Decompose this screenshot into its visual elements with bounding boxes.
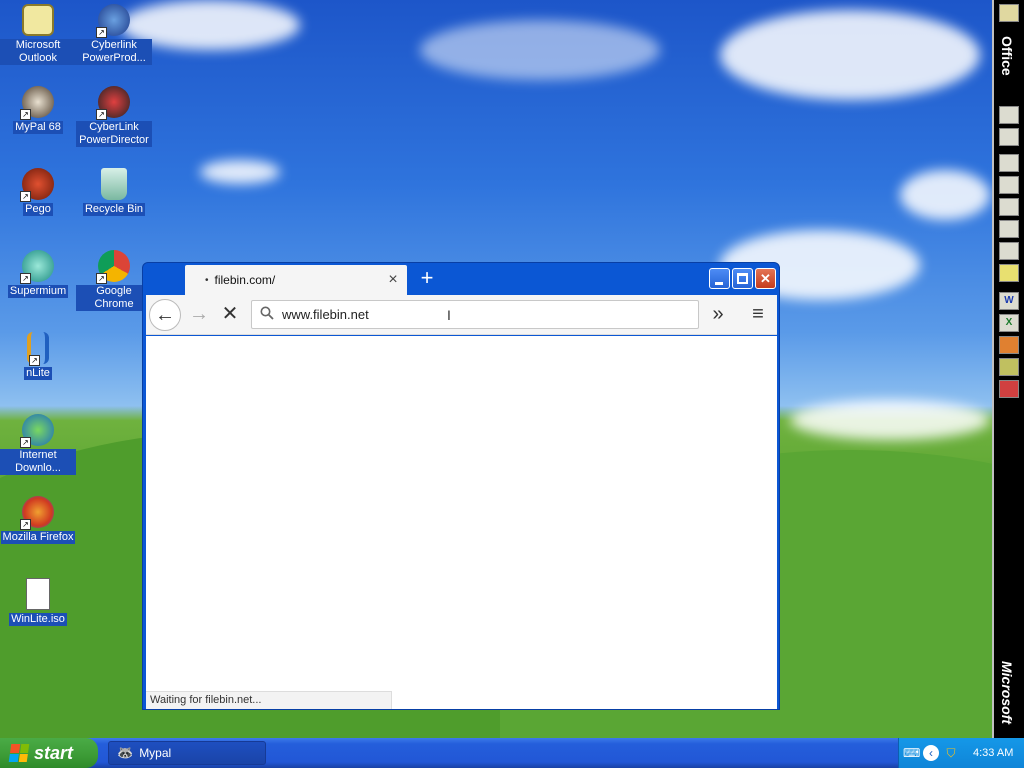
start-button[interactable]: start [0,738,98,768]
clock[interactable]: 4:33 AM [973,747,1013,759]
stop-icon: ✕ [221,303,239,325]
shortcut-arrow-icon: ↗ [20,191,31,202]
taskbar-item-label: Mypal [139,746,172,760]
desktop-icon-nlite[interactable]: ↗ nLite [0,332,76,380]
desktop-icon-pego[interactable]: ↗ Pego [0,168,76,216]
cyberlink-powerdirector-icon: ↗ [96,86,130,120]
hamburger-menu-icon: ≡ [752,303,764,325]
minimize-icon [715,282,723,285]
security-shield-icon[interactable]: ⛉ [943,745,959,761]
double-chevron-icon: » [712,303,724,325]
mypal-icon: ↗ [20,86,54,120]
tab-title: filebin.com/ [214,273,276,287]
forward-button[interactable]: → [183,299,215,331]
navigation-toolbar: ← → ✕ www.filebin.net I » ≡ [146,295,777,335]
shortcut-arrow-icon: ↗ [20,109,31,120]
office-folder-icon[interactable] [999,4,1019,22]
loading-dot-icon: • [205,274,209,286]
system-tray: ⌨ ‹ ⛉ 4:33 AM [898,738,1024,768]
office-new-document-icon[interactable] [999,106,1019,124]
office-word-icon[interactable]: W [999,292,1019,310]
desktop-icon-cyberlink-powerdirector[interactable]: ↗ CyberLink PowerDirector [76,86,152,147]
desktop-icon-outlook[interactable]: Microsoft Outlook [0,4,76,65]
supermium-icon: ↗ [20,250,54,284]
office-bar-brand: Microsoft [999,661,1015,724]
mypal-icon: 🦝 [117,745,134,760]
keyboard-icon[interactable]: ⌨ [903,745,920,761]
desktop-icon-recycle-bin[interactable]: Recycle Bin [76,168,152,216]
tab-bar: • filebin.com/ × + ✕ [143,263,779,295]
internet-download-manager-icon: ↗ [20,414,54,448]
back-arrow-icon: ← [155,304,175,326]
desktop-icon-internet-download-manager[interactable]: ↗ Internet Downlo... [0,414,76,475]
nlite-icon: ↗ [27,332,49,366]
pego-icon: ↗ [20,168,54,202]
text-cursor-icon: I [447,307,451,323]
maximize-icon [737,273,748,284]
office-open-document-icon[interactable] [999,128,1019,146]
desktop-icon-firefox[interactable]: ↗ Mozilla Firefox [0,496,76,544]
desktop-icon-chrome[interactable]: ↗ Google Chrome [76,250,152,311]
minimize-button[interactable] [709,268,730,289]
office-mail-icon[interactable] [999,154,1019,172]
shortcut-arrow-icon: ↗ [20,273,31,284]
windows-logo-icon [8,744,30,762]
shortcut-arrow-icon: ↗ [96,27,107,38]
shortcut-arrow-icon: ↗ [96,273,107,284]
url-bar[interactable]: www.filebin.net I [251,300,699,329]
office-excel-icon[interactable]: X [999,314,1019,332]
close-button[interactable]: ✕ [755,268,776,289]
maximize-button[interactable] [732,268,753,289]
tab-filebin[interactable]: • filebin.com/ × [185,265,407,295]
tray-expand-icon[interactable]: ‹ [923,745,939,761]
iso-file-icon [26,578,50,610]
back-button[interactable]: ← [149,299,181,331]
close-icon: ✕ [760,271,771,286]
office-contact-icon[interactable] [999,220,1019,238]
browser-window: • filebin.com/ × + ✕ ← → ✕ www.filebin.n [142,262,780,710]
stop-button[interactable]: ✕ [214,299,246,331]
new-tab-button[interactable]: + [415,267,439,291]
desktop-icon-winlite-iso[interactable]: WinLite.iso [0,578,76,626]
office-journal-icon[interactable] [999,242,1019,260]
desktop-icon-mypal[interactable]: ↗ MyPal 68 [0,86,76,134]
cyberlink-powerproducer-icon: ↗ [96,4,130,38]
office-shortcut-bar: Office W X Microsoft [992,0,1024,738]
taskbar-item-mypal[interactable]: 🦝 Mypal [108,741,266,765]
desktop-icon-supermium[interactable]: ↗ Supermium [0,250,76,298]
shortcut-arrow-icon: ↗ [20,437,31,448]
shortcut-arrow-icon: ↗ [96,109,107,120]
taskbar: start 🦝 Mypal ⌨ ‹ ⛉ 4:33 AM [0,738,1024,768]
shortcut-arrow-icon: ↗ [20,519,31,530]
menu-button[interactable]: ≡ [742,299,774,331]
status-bar: Waiting for filebin.net... [146,691,392,709]
office-bar-title: Office [999,36,1015,76]
shortcut-arrow-icon: ↗ [29,355,40,366]
firefox-icon: ↗ [20,496,54,530]
overflow-button[interactable]: » [702,299,734,331]
url-text: www.filebin.net [282,307,369,322]
office-task-icon[interactable] [999,198,1019,216]
tab-close-button[interactable]: × [383,271,403,289]
desktop-icon-cyberlink-powerproducer[interactable]: ↗ Cyberlink PowerProd... [76,4,152,65]
recycle-bin-icon [101,168,127,200]
forward-arrow-icon: → [189,303,209,325]
office-access-icon[interactable] [999,380,1019,398]
office-calendar-icon[interactable] [999,176,1019,194]
start-label: start [34,742,74,763]
office-binder-icon[interactable] [999,358,1019,376]
outlook-icon [22,4,54,36]
search-icon [252,306,282,323]
office-note-icon[interactable] [999,264,1019,282]
chrome-icon: ↗ [96,250,130,284]
office-powerpoint-icon[interactable] [999,336,1019,354]
page-content[interactable]: Waiting for filebin.net... [146,336,777,709]
